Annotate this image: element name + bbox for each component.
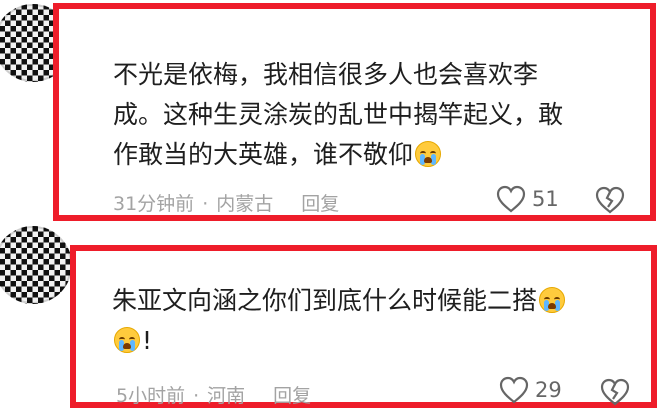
like-button[interactable]: 51 bbox=[496, 185, 559, 213]
like-button[interactable]: 29 bbox=[499, 376, 562, 404]
comment-line: 成。这种生灵涂炭的乱世中揭竿起义，敢 bbox=[113, 100, 564, 129]
comment-card: 朱亚文向涵之你们到底什么时候能二搭 ! 5小时前 · 河南 回复 29 bbox=[70, 245, 657, 408]
broken-heart-icon[interactable] bbox=[600, 378, 630, 406]
comment-text: 不光是依梅，我相信很多人也会喜欢李 成。这种生灵涂炭的乱世中揭竿起义，敢 作敢当… bbox=[113, 55, 633, 175]
comment-time: 5小时前 bbox=[116, 385, 186, 407]
comment-line: 不光是依梅，我相信很多人也会喜欢李 bbox=[113, 60, 539, 89]
comment-meta: 5小时前 · 河南 回复 bbox=[116, 381, 311, 408]
comment-line: 朱亚文向涵之你们到底什么时候能二搭 bbox=[112, 286, 538, 315]
crying-face-icon bbox=[114, 327, 140, 353]
comment-line: ! bbox=[142, 326, 153, 355]
broken-heart-icon[interactable] bbox=[595, 186, 625, 214]
reply-button[interactable]: 回复 bbox=[301, 193, 339, 215]
comment-location: 内蒙古 bbox=[216, 193, 274, 215]
crying-face-icon bbox=[415, 141, 442, 167]
reply-button[interactable]: 回复 bbox=[273, 385, 311, 407]
separator-dot: · bbox=[202, 193, 209, 215]
heart-icon bbox=[496, 185, 526, 213]
heart-icon bbox=[499, 376, 529, 404]
crying-face-icon bbox=[539, 287, 566, 313]
like-count: 51 bbox=[532, 187, 559, 211]
comment-meta: 31分钟前 · 内蒙古 回复 bbox=[113, 189, 339, 216]
comment-line: 作敢当的大英雄，谁不敬仰 bbox=[113, 140, 414, 169]
like-count: 29 bbox=[535, 378, 562, 402]
comment-text: 朱亚文向涵之你们到底什么时候能二搭 ! bbox=[112, 281, 632, 361]
avatar[interactable] bbox=[0, 226, 72, 304]
comment-location: 河南 bbox=[207, 385, 246, 407]
comment-card: 不光是依梅，我相信很多人也会喜欢李 成。这种生灵涂炭的乱世中揭竿起义，敢 作敢当… bbox=[53, 3, 656, 221]
comment-time: 31分钟前 bbox=[113, 193, 195, 215]
separator-dot: · bbox=[193, 385, 200, 407]
